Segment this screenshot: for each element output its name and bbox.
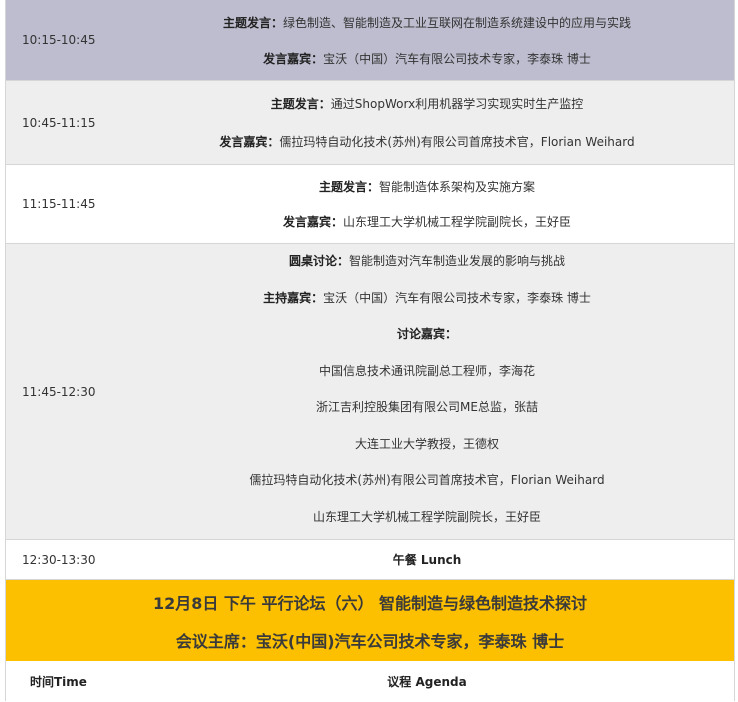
table-row: 10:15-10:45 主题发言：绿色制造、智能制造及工业互联网在制造系统建设中… (6, 0, 734, 81)
line-label: 发言嘉宾： (282, 215, 343, 229)
session-banner: 12月8日 下午 平行论坛（六） 智能制造与绿色制造技术探讨 会议主席：宝沃(中… (6, 580, 734, 661)
table-row: 11:15-11:45 主题发言：智能制造体系架构及实施方案 发言嘉宾：山东理工… (6, 165, 734, 244)
line-text: 中国信息技术通讯院副总工程师，李海花 (318, 363, 535, 378)
line-text: 智能制造对汽车制造业发展的影响与挑战 (349, 254, 566, 268)
line-label: 主持嘉宾： (263, 290, 324, 305)
banner-chair: 会议主席：宝沃(中国)汽车公司技术专家，李泰珠 博士 (175, 631, 565, 651)
line-text: 儒拉玛特自动化技术(苏州)有限公司首席技术官，Florian Weihard (249, 473, 605, 488)
agenda-cell: 主题发言：智能制造体系架构及实施方案 发言嘉宾：山东理工大学机械工程学院副院长，… (120, 165, 734, 243)
agenda-cell: 午餐 Lunch (120, 540, 734, 579)
agenda-cell: 主题发言：绿色制造、智能制造及工业互联网在制造系统建设中的应用与实践 发言嘉宾：… (120, 0, 734, 80)
line-label: 主题发言： (222, 15, 283, 30)
agenda-line: 午餐 Lunch (393, 551, 462, 568)
line-label: 发言嘉宾： (219, 134, 280, 149)
agenda-line: 儒拉玛特自动化技术(苏州)有限公司首席技术官，Florian Weihard (249, 471, 604, 488)
table-header: 时间Time 议程 Agenda (6, 661, 734, 701)
agenda-line: 大连工业大学教授，王德权 (355, 435, 499, 452)
line-text: 智能制造体系架构及实施方案 (379, 180, 536, 194)
time-cell: 11:15-11:45 (22, 197, 96, 211)
time-cell: 10:15-10:45 (22, 33, 96, 47)
line-label: 讨论嘉宾： (396, 327, 457, 342)
line-label: 圆桌讨论： (288, 254, 349, 268)
agenda-column-header: 议程 Agenda (387, 674, 467, 689)
agenda-line: 发言嘉宾：儒拉玛特自动化技术(苏州)有限公司首席技术官，Florian Weih… (219, 133, 634, 150)
line-label: 主题发言： (270, 97, 331, 112)
time-cell: 12:30-13:30 (22, 552, 96, 567)
line-text: 山东理工大学机械工程学院副院长，王好臣 (343, 215, 572, 229)
line-label: 发言嘉宾： (263, 51, 324, 66)
agenda-line: 主题发言：绿色制造、智能制造及工业互联网在制造系统建设中的应用与实践 (223, 14, 631, 31)
table-row: 11:45-12:30 圆桌讨论：智能制造对汽车制造业发展的影响与挑战 主持嘉宾… (6, 244, 734, 540)
agenda-cell: 主题发言：通过ShopWorx利用机器学习实现实时生产监控 发言嘉宾：儒拉玛特自… (120, 81, 734, 164)
line-label: 午餐 Lunch (392, 553, 462, 567)
agenda-line: 发言嘉宾：山东理工大学机械工程学院副院长，王好臣 (283, 213, 571, 230)
agenda-line: 主题发言：通过ShopWorx利用机器学习实现实时生产监控 (271, 95, 583, 112)
agenda-page: 10:15-10:45 主题发言：绿色制造、智能制造及工业互联网在制造系统建设中… (0, 0, 738, 702)
agenda-line: 圆桌讨论：智能制造对汽车制造业发展的影响与挑战 (289, 252, 565, 269)
table-row: 12:30-13:30 午餐 Lunch (6, 540, 734, 580)
time-cell: 10:45-11:15 (22, 115, 96, 130)
agenda-line: 发言嘉宾：宝沃（中国）汽车有限公司技术专家，李泰珠 博士 (263, 50, 591, 67)
agenda-line: 浙江吉利控股集团有限公司ME总监，张喆 (316, 398, 538, 415)
agenda-line: 山东理工大学机械工程学院副院长，王好臣 (313, 508, 541, 525)
table-row: 10:45-11:15 主题发言：通过ShopWorx利用机器学习实现实时生产监… (6, 81, 734, 165)
line-text: 通过ShopWorx利用机器学习实现实时生产监控 (330, 97, 584, 112)
line-text: 浙江吉利控股集团有限公司ME总监，张喆 (316, 400, 538, 415)
agenda-line: 中国信息技术通讯院副总工程师，李海花 (319, 362, 535, 379)
time-column-header: 时间Time (30, 674, 87, 689)
line-text: 绿色制造、智能制造及工业互联网在制造系统建设中的应用与实践 (283, 15, 632, 30)
banner-title: 12月8日 下午 平行论坛（六） 智能制造与绿色制造技术探讨 (152, 593, 588, 613)
line-text: 大连工业大学教授，王德权 (354, 436, 499, 451)
time-cell: 11:45-12:30 (22, 384, 96, 399)
agenda-line: 主题发言：智能制造体系架构及实施方案 (319, 178, 535, 195)
agenda-table: 10:15-10:45 主题发言：绿色制造、智能制造及工业互联网在制造系统建设中… (5, 0, 735, 701)
line-text: 宝沃（中国）汽车有限公司技术专家，李泰珠 博士 (323, 290, 591, 305)
agenda-line: 讨论嘉宾： (397, 325, 457, 342)
line-text: 山东理工大学机械工程学院副院长，王好臣 (312, 509, 541, 524)
line-text: 儒拉玛特自动化技术(苏州)有限公司首席技术官，Florian Weihard (279, 134, 635, 149)
agenda-cell: 圆桌讨论：智能制造对汽车制造业发展的影响与挑战 主持嘉宾：宝沃（中国）汽车有限公… (120, 244, 734, 539)
line-label: 主题发言： (318, 180, 379, 194)
agenda-line: 主持嘉宾：宝沃（中国）汽车有限公司技术专家，李泰珠 博士 (263, 289, 591, 306)
line-text: 宝沃（中国）汽车有限公司技术专家，李泰珠 博士 (323, 51, 591, 66)
